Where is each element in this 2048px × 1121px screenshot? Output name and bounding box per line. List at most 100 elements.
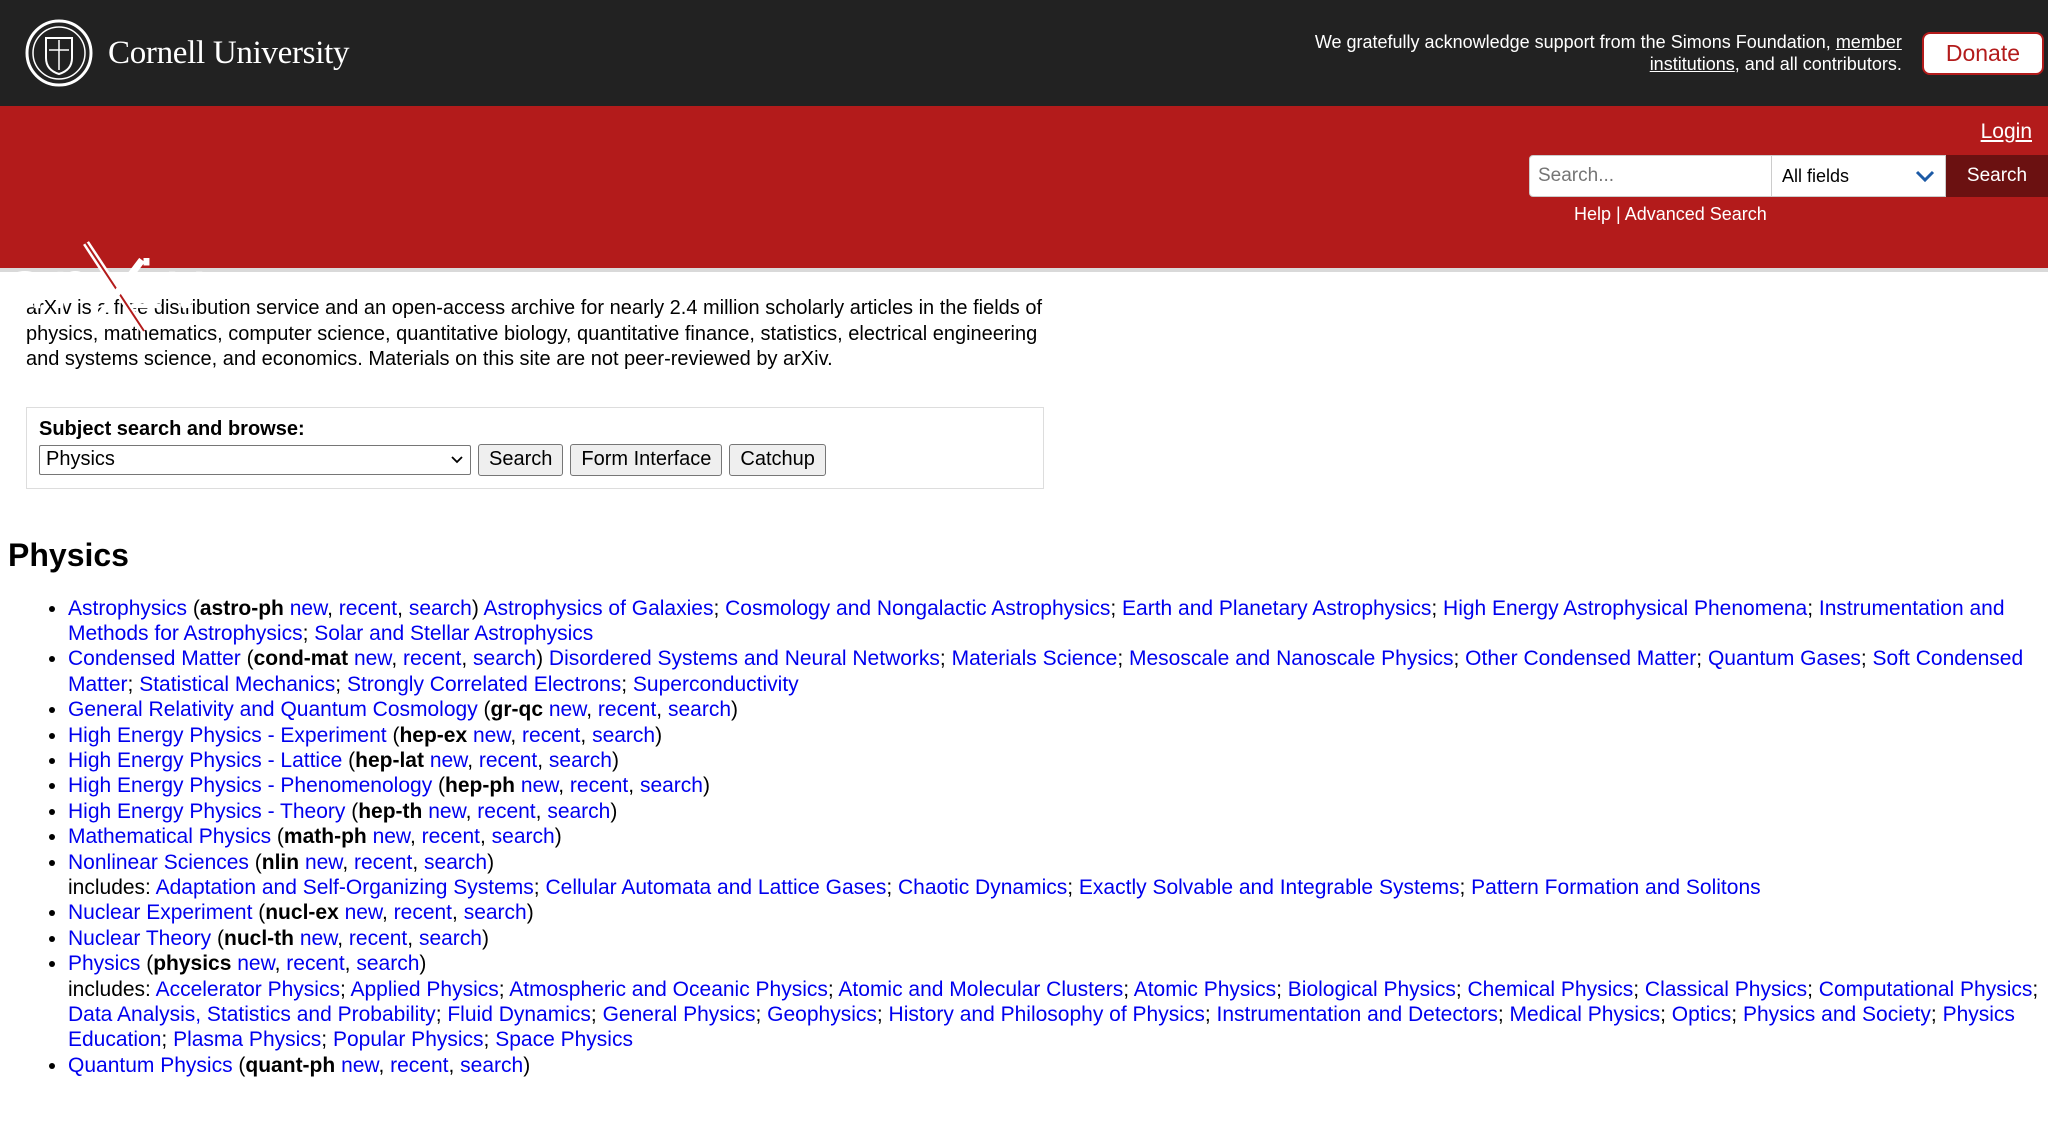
recent-link[interactable]: recent [479, 749, 537, 772]
recent-link[interactable]: recent [477, 800, 535, 823]
subcategory-link[interactable]: Atmospheric and Oceanic Physics [509, 978, 828, 1001]
new-link[interactable]: new [373, 825, 410, 848]
search-link[interactable]: search [549, 749, 612, 772]
new-link[interactable]: new [473, 724, 510, 747]
catchup-button[interactable]: Catchup [729, 443, 826, 476]
new-link[interactable]: new [237, 952, 274, 975]
search-link[interactable]: search [424, 851, 487, 874]
subcategory-link[interactable]: Cellular Automata and Lattice Gases [545, 876, 886, 899]
archive-link[interactable]: Nonlinear Sciences [68, 851, 249, 874]
search-link[interactable]: search [640, 774, 703, 797]
search-link[interactable]: search [492, 825, 555, 848]
search-link[interactable]: search [473, 647, 536, 670]
recent-link[interactable]: recent [354, 851, 412, 874]
search-link[interactable]: search [547, 800, 610, 823]
search-link[interactable]: search [419, 927, 482, 950]
subcategory-link[interactable]: Geophysics [767, 1003, 877, 1026]
subcategory-link[interactable]: Quantum Gases [1708, 647, 1861, 670]
subcategory-link[interactable]: Pattern Formation and Solitons [1471, 876, 1761, 899]
subcategory-link[interactable]: Exactly Solvable and Integrable Systems [1079, 876, 1460, 899]
subcategory-link[interactable]: Strongly Correlated Electrons [347, 673, 621, 696]
donate-button[interactable]: Donate [1921, 31, 2044, 75]
subcategory-link[interactable]: Astrophysics of Galaxies [484, 597, 714, 620]
new-link[interactable]: new [354, 647, 391, 670]
subcategory-link[interactable]: Materials Science [952, 647, 1118, 670]
advanced-search-link[interactable]: Advanced Search [1625, 204, 1767, 224]
subcategory-link[interactable]: Atomic and Molecular Clusters [838, 978, 1123, 1001]
subcategory-link[interactable]: Space Physics [495, 1028, 633, 1051]
subcategory-link[interactable]: Other Condensed Matter [1465, 647, 1696, 670]
recent-link[interactable]: recent [349, 927, 407, 950]
subcategory-link[interactable]: Superconductivity [633, 673, 799, 696]
subcategory-link[interactable]: Plasma Physics [173, 1028, 321, 1051]
recent-link[interactable]: recent [598, 698, 656, 721]
subcategory-link[interactable]: Solar and Stellar Astrophysics [314, 622, 593, 645]
subcategory-link[interactable]: High Energy Astrophysical Phenomena [1443, 597, 1807, 620]
search-link[interactable]: search [409, 597, 472, 620]
archive-link[interactable]: High Energy Physics - Lattice [68, 749, 342, 772]
subcategory-link[interactable]: Mesoscale and Nanoscale Physics [1129, 647, 1454, 670]
login-link[interactable]: Login [1981, 120, 2032, 144]
search-link[interactable]: search [592, 724, 655, 747]
archive-link[interactable]: High Energy Physics - Theory [68, 800, 345, 823]
search-link[interactable]: search [356, 952, 419, 975]
archive-link[interactable]: Physics [68, 952, 140, 975]
archive-link[interactable]: Nuclear Theory [68, 927, 211, 950]
subcategory-link[interactable]: Computational Physics [1819, 978, 2033, 1001]
search-input[interactable] [1529, 155, 1772, 197]
archive-link[interactable]: General Relativity and Quantum Cosmology [68, 698, 478, 721]
cornell-logo[interactable]: Cornell University [24, 18, 349, 88]
recent-link[interactable]: recent [394, 901, 452, 924]
header-search-button[interactable]: Search [1946, 155, 2048, 197]
subcategory-link[interactable]: Chaotic Dynamics [898, 876, 1067, 899]
subcategory-link[interactable]: Earth and Planetary Astrophysics [1122, 597, 1431, 620]
new-link[interactable]: new [345, 901, 382, 924]
subcategory-link[interactable]: History and Philosophy of Physics [889, 1003, 1205, 1026]
subject-select[interactable]: Physics [39, 444, 471, 475]
subcategory-link[interactable]: Biological Physics [1288, 978, 1456, 1001]
arxiv-logo[interactable]: ar iv [6, 238, 221, 338]
subcategory-link[interactable]: Accelerator Physics [156, 978, 340, 1001]
new-link[interactable]: new [341, 1054, 378, 1077]
recent-link[interactable]: recent [422, 825, 480, 848]
subcategory-link[interactable]: Statistical Mechanics [139, 673, 335, 696]
archive-link[interactable]: Astrophysics [68, 597, 187, 620]
search-link[interactable]: search [668, 698, 731, 721]
archive-link[interactable]: High Energy Physics - Phenomenology [68, 774, 432, 797]
recent-link[interactable]: recent [570, 774, 628, 797]
archive-link[interactable]: Mathematical Physics [68, 825, 271, 848]
recent-link[interactable]: recent [403, 647, 461, 670]
subcategory-link[interactable]: Chemical Physics [1468, 978, 1634, 1001]
recent-link[interactable]: recent [522, 724, 580, 747]
subcategory-link[interactable]: Data Analysis, Statistics and Probabilit… [68, 1003, 436, 1026]
archive-link[interactable]: Nuclear Experiment [68, 901, 252, 924]
subcategory-link[interactable]: Classical Physics [1645, 978, 1807, 1001]
new-link[interactable]: new [428, 800, 465, 823]
subject-search-button[interactable]: Search [478, 443, 564, 476]
recent-link[interactable]: recent [286, 952, 344, 975]
new-link[interactable]: new [549, 698, 586, 721]
subcategory-link[interactable]: Atomic Physics [1134, 978, 1276, 1001]
new-link[interactable]: new [305, 851, 342, 874]
subcategory-link[interactable]: Instrumentation and Detectors [1217, 1003, 1498, 1026]
subcategory-link[interactable]: Fluid Dynamics [447, 1003, 591, 1026]
subcategory-link[interactable]: Disordered Systems and Neural Networks [549, 647, 940, 670]
field-select[interactable]: All fields [1772, 155, 1946, 197]
search-link[interactable]: search [464, 901, 527, 924]
recent-link[interactable]: recent [390, 1054, 448, 1077]
new-link[interactable]: new [521, 774, 558, 797]
archive-link[interactable]: Quantum Physics [68, 1054, 233, 1077]
help-link[interactable]: Help [1574, 204, 1611, 224]
recent-link[interactable]: recent [339, 597, 397, 620]
subcategory-link[interactable]: Cosmology and Nongalactic Astrophysics [725, 597, 1110, 620]
subcategory-link[interactable]: Popular Physics [333, 1028, 484, 1051]
search-link[interactable]: search [460, 1054, 523, 1077]
subcategory-link[interactable]: Optics [1672, 1003, 1732, 1026]
subcategory-link[interactable]: Applied Physics [351, 978, 499, 1001]
new-link[interactable]: new [430, 749, 467, 772]
archive-link[interactable]: Condensed Matter [68, 647, 241, 670]
form-interface-button[interactable]: Form Interface [570, 443, 723, 476]
subcategory-link[interactable]: Medical Physics [1510, 1003, 1661, 1026]
new-link[interactable]: new [290, 597, 327, 620]
subcategory-link[interactable]: General Physics [603, 1003, 756, 1026]
